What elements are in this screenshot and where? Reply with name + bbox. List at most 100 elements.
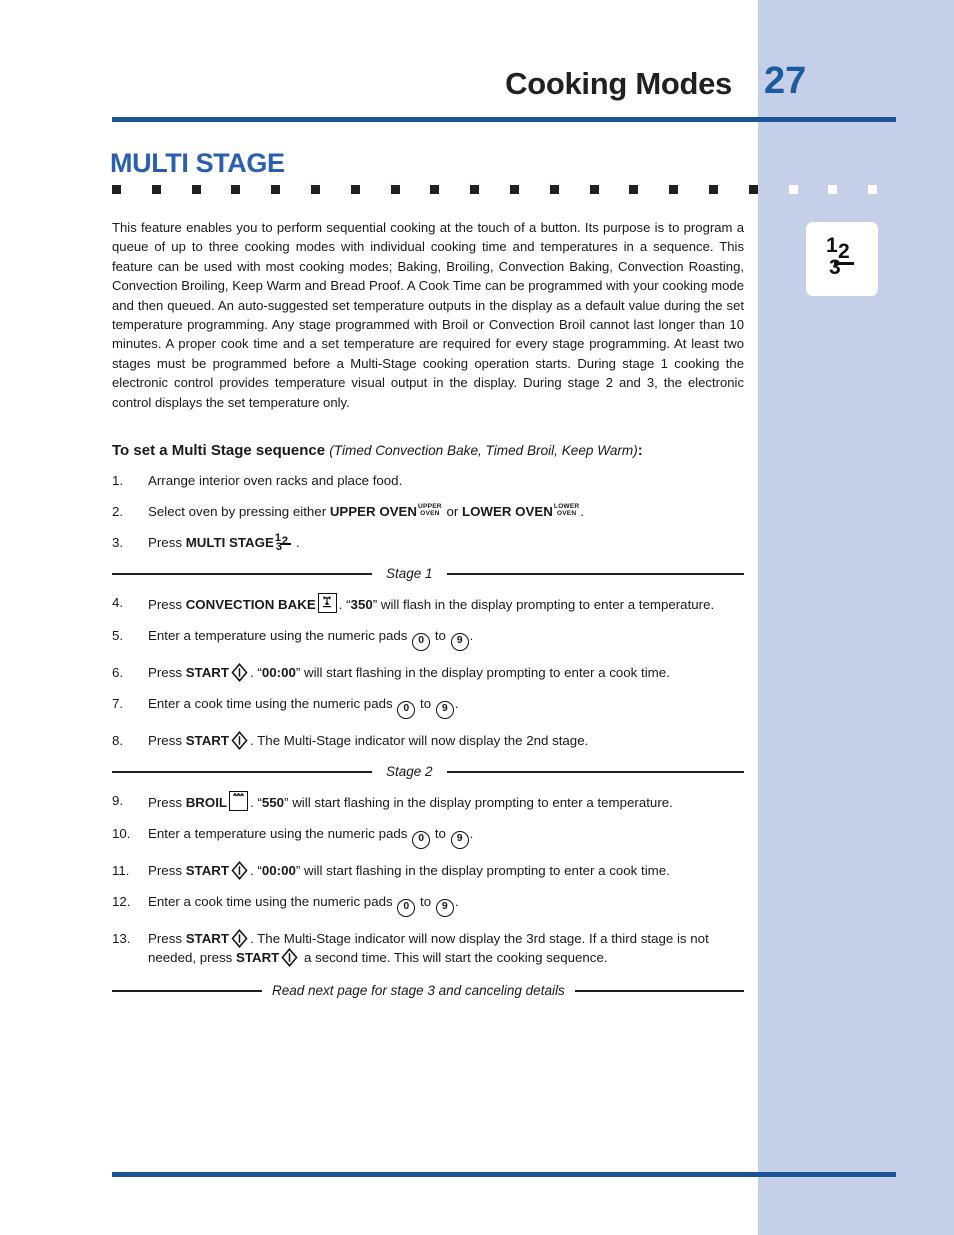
step-number: 13. <box>112 931 131 947</box>
step-4: 4. Press CONVECTION BAKE . “350” will fla… <box>112 593 744 614</box>
next-page-note: Read next page for stage 3 and canceling… <box>272 983 565 999</box>
step-text-post: . <box>469 628 474 644</box>
numeric-pad-0-icon: 0 <box>412 831 431 850</box>
dotted-rule-square <box>430 185 440 194</box>
footer-rule <box>112 1172 896 1177</box>
step-text: Select oven by pressing either UPPER OVE… <box>148 502 585 520</box>
step-text-post: . <box>454 894 459 910</box>
sidebar-multi-stage-key-icon: 1 2 3 <box>806 222 878 296</box>
multi-stage-key-icon: 123 <box>275 533 295 554</box>
step-text-pre: Press <box>148 535 186 551</box>
step-number: 4. <box>112 595 124 611</box>
step-text-post: . <box>580 504 585 520</box>
step-text-mid: . “ <box>338 597 351 613</box>
dotted-rule-square <box>350 185 360 194</box>
stage-2-divider: Stage 2 <box>112 764 744 779</box>
step-text-mid: to <box>416 696 435 712</box>
subheading-bold-text: To set a Multi Stage sequence <box>112 442 326 460</box>
step-text-mid: . “ <box>250 795 262 811</box>
start-label: START <box>185 863 230 879</box>
divider-line-right <box>446 770 744 773</box>
lower-oven-label: LOWER OVEN <box>461 504 553 520</box>
step-10: 10. Enter a temperature using the numeri… <box>112 824 744 850</box>
intro-paragraph: This feature enables you to perform sequ… <box>112 220 744 410</box>
start-label: START <box>185 665 230 681</box>
dotted-rule-square <box>828 185 838 194</box>
step-number: 2. <box>112 504 124 520</box>
divider-line-left <box>112 770 372 773</box>
dotted-rule-square <box>470 185 480 194</box>
step-text-pre: Enter a temperature using the numeric pa… <box>148 826 412 842</box>
stage-2-label: Stage 2 <box>386 764 433 780</box>
ms-digit-2: 2 <box>281 535 288 548</box>
divider-line-left <box>112 989 262 992</box>
step-text-post: . <box>469 826 474 842</box>
upper-oven-label: UPPER OVEN <box>329 504 418 520</box>
dotted-rule-square <box>709 185 718 194</box>
ms-digit-3: 3 <box>275 541 282 554</box>
step-number: 7. <box>112 696 124 712</box>
dotted-rule-square <box>112 185 121 194</box>
step-text-post: ” will start flashing in the display pro… <box>295 665 670 681</box>
step-12: 12. Enter a cook time using the numeric … <box>112 892 744 918</box>
start-label: START <box>185 931 230 947</box>
step-text-post: ” will start flashing in the display pro… <box>284 795 673 811</box>
step-text: Enter a temperature using the numeric pa… <box>148 628 474 652</box>
start-key-icon <box>231 663 248 683</box>
step-11: 11. Press START . “00:00” will start flas… <box>112 861 744 881</box>
step-number: 9. <box>112 793 124 809</box>
step-text-pre: Press <box>148 795 186 811</box>
temp-550-value: 550 <box>261 795 285 811</box>
step-text-post: . <box>454 696 459 712</box>
convection-bake-key-icon <box>317 593 337 614</box>
temp-350-value: 350 <box>350 597 373 613</box>
divider-line-right <box>574 989 744 992</box>
numeric-pad-9-icon: 9 <box>435 701 454 720</box>
step-text-post: a second time. This will start the cooki… <box>300 950 608 966</box>
time-0000-value: 00:00 <box>261 665 296 681</box>
numeric-pad-9-icon: 9 <box>435 899 454 918</box>
step-text-mid: to <box>431 826 450 842</box>
step-text-pre: Press <box>148 733 186 749</box>
step-7: 7. Enter a cook time using the numeric p… <box>112 694 744 720</box>
step-text-mid: or <box>442 504 462 520</box>
dotted-rule-square <box>510 185 519 194</box>
step-text-pre: Press <box>148 931 186 947</box>
numeric-pad-9-icon: 9 <box>450 633 469 652</box>
step-8: 8. Press START . The Multi-Stage indicato… <box>112 731 744 751</box>
subheading-parenthetical: (Timed Convection Bake, Timed Broil, Kee… <box>329 443 638 459</box>
convection-bake-label: CONVECTION BAKE <box>185 597 316 613</box>
step-1: 1. Arrange interior oven racks and place… <box>112 471 744 490</box>
step-text-pre: Press <box>148 597 186 613</box>
dotted-rule-square <box>788 185 798 194</box>
start-label: START <box>185 733 230 749</box>
dotted-rule-square <box>311 185 320 194</box>
numeric-pad-0-icon: 0 <box>397 899 416 918</box>
step-number: 12. <box>112 894 131 910</box>
procedure-subheading: To set a Multi Stage sequence (Timed Con… <box>112 442 744 459</box>
step-text-mid: to <box>431 628 450 644</box>
dotted-rule-square <box>868 185 878 194</box>
step-text: Press START . “00:00” will start flashing… <box>148 861 670 881</box>
step-text-pre: Enter a temperature using the numeric pa… <box>148 628 412 644</box>
step-9: 9. Press BROIL . “550” will start flashin… <box>112 791 744 812</box>
subheading-colon: : <box>637 442 643 460</box>
dotted-rule <box>112 185 896 194</box>
multi-stage-digit-3: 3 <box>829 256 841 279</box>
dotted-rule-square <box>549 185 559 194</box>
step-text-post: . The Multi-Stage indicator will now dis… <box>250 733 589 749</box>
step-text: Press START. The Multi-Stage indicator w… <box>148 929 709 968</box>
step-number: 6. <box>112 665 124 681</box>
divider-line-left <box>112 572 372 575</box>
page-number: 27 <box>764 60 807 102</box>
section-title: MULTI STAGE <box>110 148 285 178</box>
upper-oven-key-icon: UPPER OVEN <box>418 503 442 517</box>
main-content: This feature enables you to perform sequ… <box>112 218 744 998</box>
step-text: Press START . The Multi-Stage indicator w… <box>148 731 589 751</box>
step-text-pre: Press <box>148 665 186 681</box>
step-number: 10. <box>112 826 131 842</box>
start-key-icon <box>231 731 248 751</box>
step-text-post: ” will start flashing in the display pro… <box>295 863 670 879</box>
lower-oven-icon-line1: LOWER <box>553 502 580 510</box>
dotted-rule-square <box>390 185 400 194</box>
